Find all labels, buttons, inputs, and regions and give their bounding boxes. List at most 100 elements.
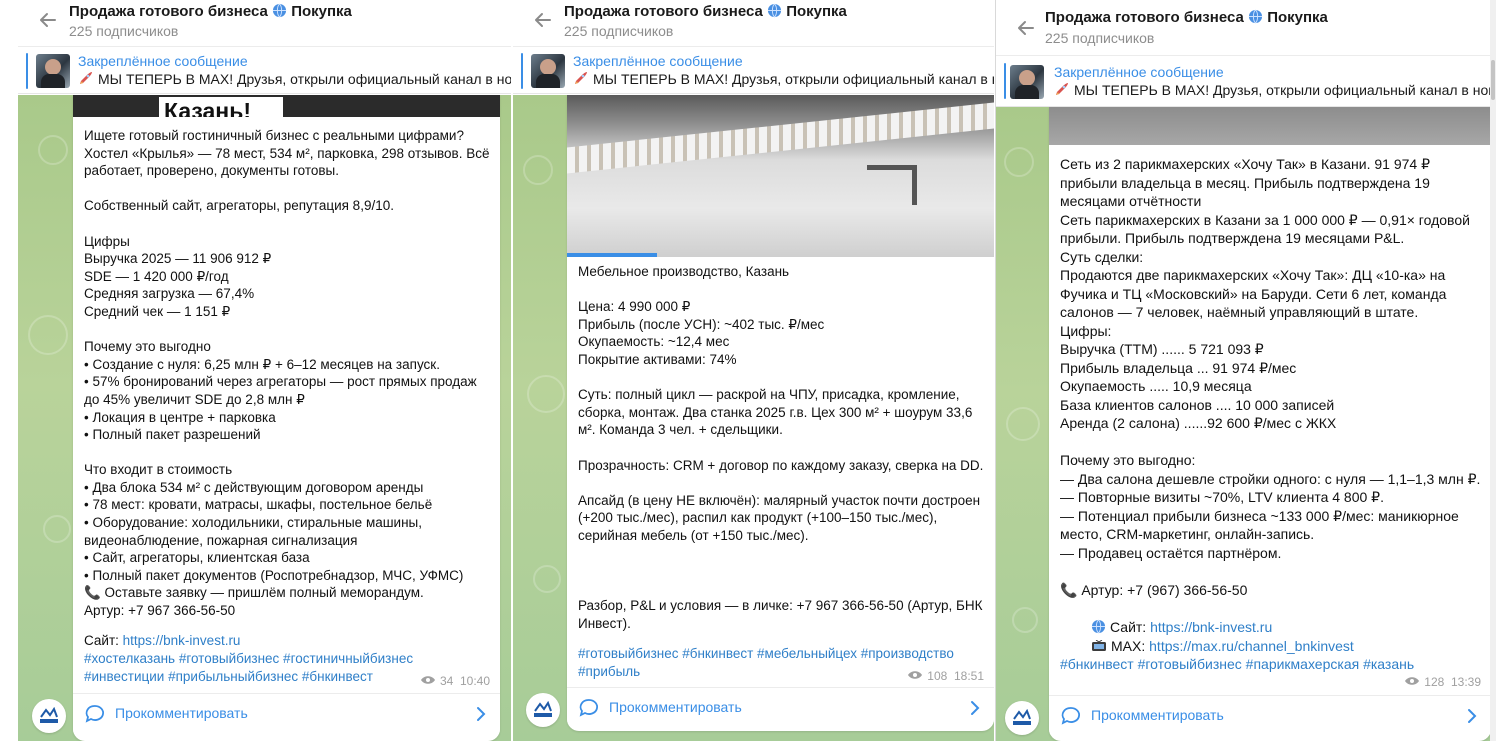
pinned-message[interactable]: Закреплённое сообщение МЫ ТЕПЕРЬ В MAX! … [996, 55, 1496, 107]
contact-phone: 📞 Артур: +7 (967) 366-56-50 [1060, 582, 1248, 598]
site-label: Сайт: [84, 633, 123, 648]
view-count: 128 [1424, 675, 1445, 689]
subscriber-count: 225 подписчиков [69, 23, 179, 39]
channel-title-text: Продажа готового бизнеса [1045, 9, 1244, 26]
back-arrow-icon[interactable] [1016, 18, 1036, 38]
post-bubble: Сеть из 2 парикмахерских «Хочу Так» в Ка… [1049, 107, 1491, 741]
pinned-indicator [1004, 63, 1006, 99]
channel-title-text: Продажа готового бизнеса [564, 3, 763, 20]
pinned-text: МЫ ТЕПЕРЬ В MAX! Друзья, открыли официал… [1054, 82, 1496, 98]
pinned-indicator [521, 53, 523, 89]
chat-background: Казань! Ищете готовый гостиничный бизнес… [18, 95, 511, 741]
post-meta: 108 18:51 [907, 669, 984, 683]
chevron-right-icon [474, 705, 488, 723]
conveyor-rollers [567, 102, 994, 174]
comment-label: Прокомментировать [115, 705, 248, 721]
eye-icon [1404, 675, 1420, 685]
post-text: Мебельное производство, Казань Цена: 4 9… [578, 264, 984, 631]
channel-title[interactable]: Продажа готового бизнеса Покупка [564, 3, 847, 20]
post-image[interactable]: Казань! [73, 95, 500, 117]
channel-header: Продажа готового бизнеса Покупка 225 под… [996, 0, 1496, 56]
channel-title[interactable]: Продажа готового бизнеса Покупка [69, 3, 352, 20]
rocket-icon [1054, 83, 1070, 97]
pinned-message[interactable]: Закреплённое сообщение МЫ ТЕПЕРЬ В MAX! … [18, 46, 511, 94]
post-image[interactable] [1049, 107, 1491, 145]
post-hashtags[interactable]: #хостелказань #готовыйбизнес #гостиничны… [84, 650, 444, 685]
channel-title-suffix: Покупка [786, 3, 847, 20]
view-count: 108 [927, 669, 948, 683]
image-caption-box: Казань! [159, 97, 283, 117]
comment-label: Прокомментировать [1091, 707, 1224, 723]
post-time: 10:40 [459, 674, 490, 688]
media-progress [567, 253, 657, 257]
pinned-avatar [531, 54, 565, 88]
rocket-icon [573, 72, 589, 86]
pinned-text-content: МЫ ТЕПЕРЬ В MAX! Друзья, открыли официал… [1074, 82, 1496, 98]
machine-arm [867, 165, 917, 205]
pinned-message[interactable]: Закреплённое сообщение МЫ ТЕПЕРЬ В MAX! … [513, 46, 994, 94]
post-site-line: Сайт: https://bnk-invest.ru [84, 632, 492, 650]
channel-title-text: Продажа готового бизнеса [69, 3, 268, 20]
globe-icon [767, 3, 782, 18]
channel-avatar[interactable] [1005, 701, 1039, 735]
subscriber-count: 225 подписчиков [1045, 30, 1155, 46]
comment-bubble-icon [579, 698, 599, 718]
chat-background: Сеть из 2 парикмахерских «Хочу Так» в Ка… [996, 107, 1496, 741]
comment-bar[interactable]: Прокомментировать [567, 687, 994, 727]
back-arrow-icon[interactable] [533, 10, 553, 30]
chevron-right-icon [1465, 707, 1479, 725]
chevron-right-icon [968, 699, 982, 717]
post-meta: 128 13:39 [1404, 675, 1481, 689]
globe-icon [1248, 9, 1263, 24]
pinned-text: МЫ ТЕПЕРЬ В MAX! Друзья, открыли официал… [573, 71, 994, 87]
channel-header: Продажа готового бизнеса Покупка 225 под… [513, 0, 994, 48]
post-time: 18:51 [953, 669, 984, 683]
tv-icon [1091, 639, 1107, 652]
subscriber-count: 225 подписчиков [564, 23, 674, 39]
pinned-avatar [36, 54, 70, 88]
comment-bar[interactable]: Прокомментировать [73, 693, 500, 733]
pinned-avatar [1010, 65, 1044, 99]
post-image[interactable] [567, 95, 994, 257]
view-count: 34 [439, 674, 454, 688]
eye-icon [907, 669, 923, 679]
bnk-logo-icon [38, 706, 60, 725]
channel-title[interactable]: Продажа готового бизнеса Покупка [1045, 9, 1328, 26]
comment-label: Прокомментировать [609, 699, 742, 715]
site-link[interactable]: https://bnk-invest.ru [123, 633, 241, 648]
pinned-indicator [26, 53, 28, 89]
channel-header: Продажа готового бизнеса Покупка 225 под… [18, 0, 511, 48]
pinned-title: Закреплённое сообщение [1054, 64, 1224, 80]
post-hashtags[interactable]: #бнкинвест #готовыйбизнес #парикмахерска… [1060, 655, 1485, 674]
pinned-title: Закреплённое сообщение [78, 53, 248, 69]
max-label: MAX: [1111, 637, 1150, 654]
bnk-logo-icon [532, 700, 554, 719]
post-text: Ищете готовый гостиничный бизнес с реаль… [84, 128, 490, 619]
channel-panel-2: Продажа готового бизнеса Покупка 225 под… [513, 0, 994, 741]
comment-bar[interactable]: Прокомментировать [1049, 695, 1491, 735]
eye-icon [420, 674, 436, 684]
scrollbar-thumb[interactable] [1491, 60, 1495, 100]
channel-panel-1: Продажа готового бизнеса Покупка 225 под… [18, 0, 511, 741]
pinned-text-content: МЫ ТЕПЕРЬ В MAX! Друзья, открыли официал… [98, 71, 511, 87]
image-caption: Казань! [164, 98, 252, 117]
channel-title-suffix: Покупка [291, 3, 352, 20]
globe-icon [272, 3, 287, 18]
pinned-text: МЫ ТЕПЕРЬ В MAX! Друзья, открыли официал… [78, 71, 511, 87]
post-meta: 34 10:40 [420, 674, 490, 688]
channel-avatar[interactable] [526, 693, 560, 727]
channel-avatar[interactable] [32, 699, 66, 733]
pinned-title: Закреплённое сообщение [573, 53, 743, 69]
comment-bubble-icon [85, 704, 105, 724]
scrollbar[interactable] [1490, 0, 1496, 741]
channel-title-suffix: Покупка [1267, 9, 1328, 26]
post-bubble: Мебельное производство, Казань Цена: 4 9… [567, 95, 994, 731]
bnk-logo-icon [1011, 708, 1033, 727]
post-time: 13:39 [1450, 675, 1481, 689]
channel-panel-3: Продажа готового бизнеса Покупка 225 под… [995, 0, 1496, 741]
back-arrow-icon[interactable] [38, 10, 58, 30]
rocket-icon [78, 72, 94, 86]
pinned-text-content: МЫ ТЕПЕРЬ В MAX! Друзья, открыли официал… [593, 71, 994, 87]
max-link[interactable]: https://max.ru/channel_bnkinvest [1149, 638, 1354, 654]
comment-bubble-icon [1061, 706, 1081, 726]
